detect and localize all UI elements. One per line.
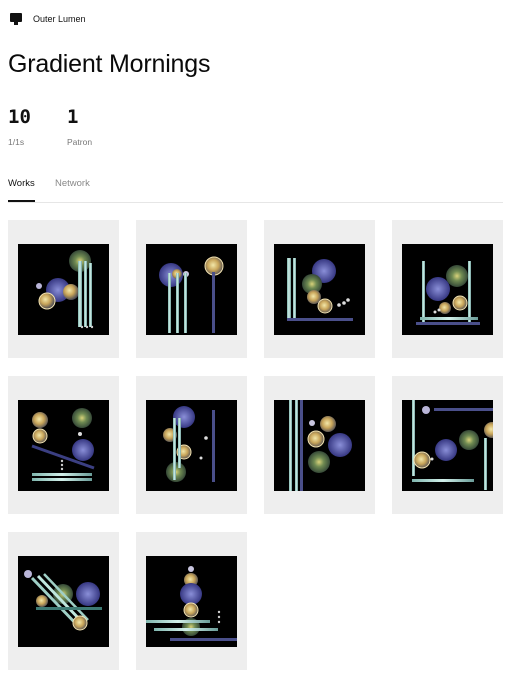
artwork-thumbnail [402,400,493,491]
artwork-card[interactable] [264,220,375,358]
artwork-thumbnail [18,400,109,491]
stat-one-of-ones: 10 1/1s [8,106,31,147]
artwork-card[interactable] [392,220,503,358]
tab-bar: Works Network [8,178,503,203]
artwork-thumbnail [18,244,109,335]
stat-value: 10 [8,106,31,128]
collection-title: Gradient Mornings [8,50,211,78]
artwork-thumbnail [146,244,237,335]
tab-works[interactable]: Works [8,178,35,202]
stat-value: 1 [67,106,79,128]
artwork-thumbnail [274,400,365,491]
site-header: Outer Lumen [9,12,86,26]
artwork-thumbnail [18,556,109,647]
artwork-thumbnail [146,556,237,647]
artwork-card[interactable] [8,220,119,358]
artwork-card[interactable] [8,532,119,670]
stat-label: Patron [67,137,93,147]
artwork-card[interactable] [392,376,503,514]
stat-patrons[interactable]: 1 Patron [67,106,92,147]
artwork-card[interactable] [136,220,247,358]
tab-network[interactable]: Network [55,178,90,202]
artwork-card[interactable] [264,376,375,514]
artwork-card[interactable] [136,376,247,514]
artwork-card[interactable] [136,532,247,670]
artwork-thumbnail [146,400,237,491]
monitor-icon[interactable] [9,12,23,26]
stat-label: 1/1s [8,137,25,147]
artwork-thumbnail [274,244,365,335]
artwork-thumbnail [402,244,493,335]
artwork-card[interactable] [8,376,119,514]
brand-name[interactable]: Outer Lumen [33,14,86,24]
